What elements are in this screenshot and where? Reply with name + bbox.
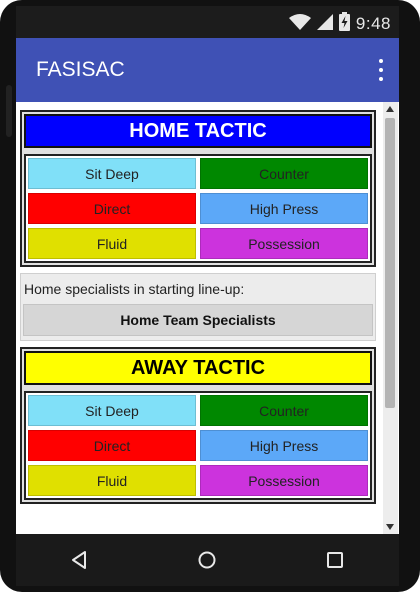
wifi-icon — [288, 13, 311, 36]
scroll-thumb[interactable] — [385, 118, 395, 408]
home-fluid-button[interactable]: Fluid — [28, 228, 196, 259]
home-specialists-label: Home specialists in starting line-up: — [24, 281, 245, 297]
back-icon[interactable] — [60, 540, 100, 580]
scroll-up-arrow-icon[interactable] — [386, 106, 394, 112]
scroll-content: HOME TACTIC Sit Deep Counter Direct High… — [16, 102, 399, 534]
away-possession-button[interactable]: Possession — [200, 465, 368, 496]
home-tactic-title: HOME TACTIC — [24, 114, 372, 148]
home-possession-button[interactable]: Possession — [200, 228, 368, 259]
home-counter-button[interactable]: Counter — [200, 158, 368, 189]
scrollbar[interactable] — [383, 102, 398, 534]
away-tactic-title: AWAY TACTIC — [24, 351, 372, 385]
navigation-bar — [16, 534, 399, 586]
home-icon[interactable] — [187, 540, 227, 580]
home-team-specialists-button[interactable]: Home Team Specialists — [23, 304, 373, 336]
home-direct-button[interactable]: Direct — [28, 193, 196, 224]
side-button — [6, 85, 12, 137]
away-fluid-button[interactable]: Fluid — [28, 465, 196, 496]
home-specialists-section: Home specialists in starting line-up: Ho… — [20, 273, 376, 341]
home-high-press-button[interactable]: High Press — [200, 193, 368, 224]
away-direct-button[interactable]: Direct — [28, 430, 196, 461]
phone-frame: 9:48 FASISAC HOME TACTIC Sit Deep Counte… — [0, 0, 420, 592]
home-tactic-grid: Sit Deep Counter Direct High Press Fluid… — [24, 154, 372, 263]
away-tactic-grid: Sit Deep Counter Direct High Press Fluid… — [24, 391, 372, 500]
more-vert-icon[interactable] — [375, 59, 387, 81]
clock: 9:48 — [355, 14, 391, 33]
scroll-down-arrow-icon[interactable] — [386, 524, 394, 530]
status-icons: 9:48 — [288, 12, 391, 36]
app-title: FASISAC — [36, 58, 125, 81]
app-bar: FASISAC — [16, 38, 399, 102]
away-counter-button[interactable]: Counter — [200, 395, 368, 426]
away-tactic-panel: AWAY TACTIC Sit Deep Counter Direct High… — [20, 347, 376, 504]
away-sit-deep-button[interactable]: Sit Deep — [28, 395, 196, 426]
content-column: HOME TACTIC Sit Deep Counter Direct High… — [18, 110, 379, 504]
screen: 9:48 FASISAC HOME TACTIC Sit Deep Counte… — [16, 6, 399, 586]
away-high-press-button[interactable]: High Press — [200, 430, 368, 461]
home-tactic-panel: HOME TACTIC Sit Deep Counter Direct High… — [20, 110, 376, 267]
status-bar: 9:48 — [16, 6, 399, 38]
battery-charging-icon — [338, 12, 350, 36]
recents-icon[interactable] — [315, 540, 355, 580]
home-sit-deep-button[interactable]: Sit Deep — [28, 158, 196, 189]
cellular-signal-icon — [316, 13, 333, 36]
